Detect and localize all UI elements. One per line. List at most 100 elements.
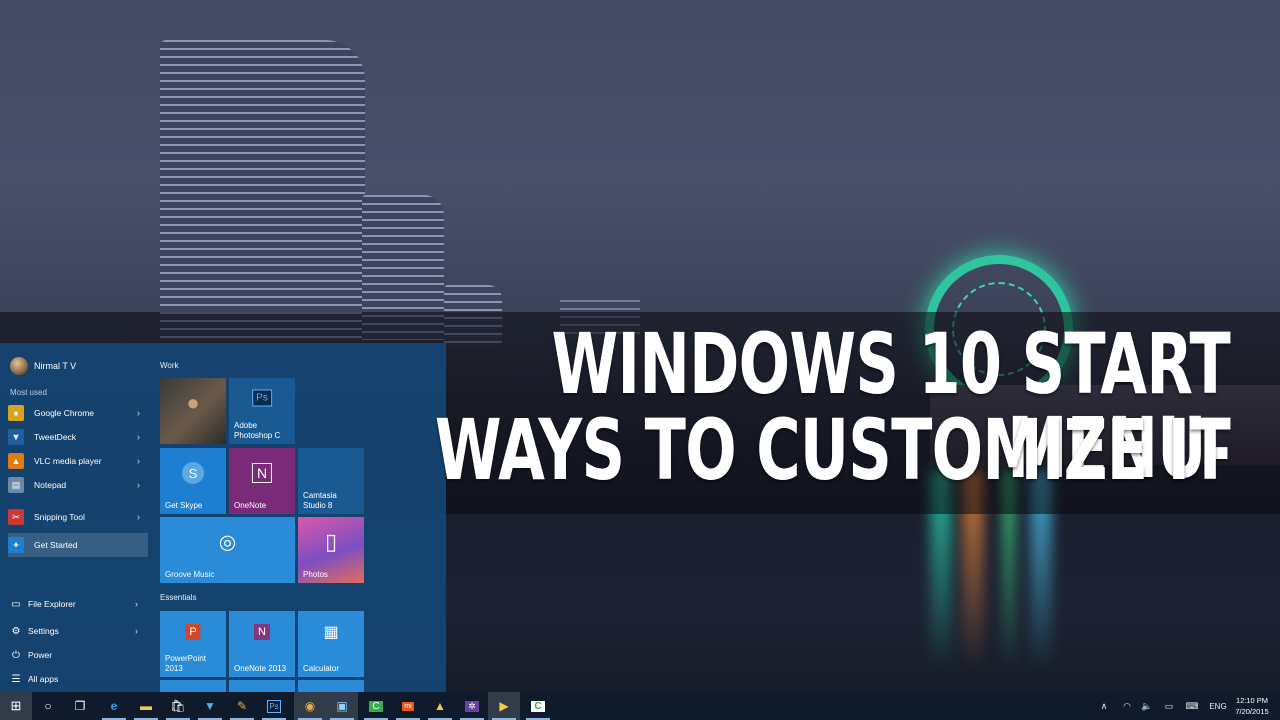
clock-date: 7/20/2015 bbox=[1235, 707, 1269, 716]
start-button[interactable]: ⊞ bbox=[0, 692, 32, 720]
tile-label: Groove Music bbox=[165, 570, 215, 579]
app-tweetdeck[interactable]: ▼ TweetDeck › bbox=[8, 425, 148, 449]
tile-onenote[interactable]: N OneNote bbox=[229, 448, 295, 514]
chevron-right-icon[interactable]: › bbox=[135, 626, 138, 636]
phone-photo-icon: ▯ bbox=[324, 529, 338, 555]
app-google-chrome[interactable]: ● Google Chrome › bbox=[8, 401, 148, 425]
app-get-started[interactable]: ✦ Get Started bbox=[8, 533, 148, 557]
app-label: Notepad bbox=[34, 480, 67, 490]
chevron-right-icon[interactable]: › bbox=[137, 512, 140, 522]
app-vlc[interactable]: ▲ VLC media player › bbox=[8, 449, 148, 473]
most-used-label: Most used bbox=[10, 388, 47, 397]
tile-get-skype[interactable]: S Get Skype bbox=[160, 448, 226, 514]
taskbar-video[interactable]: ▶ bbox=[488, 692, 520, 720]
onenote-icon: N bbox=[254, 624, 270, 641]
app-label: Google Chrome bbox=[34, 408, 95, 418]
taskbar-photos[interactable]: ▲ bbox=[424, 692, 456, 720]
chevron-right-icon[interactable]: › bbox=[137, 456, 140, 466]
tile-label: Calculator bbox=[303, 664, 340, 673]
tile-label: Camtasia Studio 8 bbox=[303, 491, 337, 510]
clock[interactable]: 12:10 PM 7/20/2015 bbox=[1230, 695, 1274, 717]
avatar bbox=[10, 357, 28, 375]
photoshop-icon: Ps bbox=[252, 389, 272, 407]
taskbar-store[interactable]: 🛍 bbox=[162, 692, 194, 720]
chevron-right-icon[interactable]: › bbox=[137, 480, 140, 490]
taskbar-chrome[interactable]: ◉ bbox=[294, 692, 326, 720]
keyboard-icon: ⌨ bbox=[1185, 700, 1199, 711]
tweetdeck-icon: ▼ bbox=[8, 429, 24, 445]
sys-label: Power bbox=[28, 650, 53, 660]
clock-time: 12:10 PM bbox=[1235, 696, 1269, 705]
groove-music-icon: ◎ bbox=[218, 531, 237, 554]
snipping-tool-icon: ✂ bbox=[8, 509, 24, 525]
taskbar-camtasia-2[interactable]: C bbox=[522, 692, 554, 720]
taskbar-tweetdeck[interactable]: ▼ bbox=[194, 692, 226, 720]
taskbar-app-purple[interactable]: ✲ bbox=[456, 692, 488, 720]
group-label-work: Work bbox=[160, 361, 179, 370]
network-tray[interactable]: ◠ bbox=[1118, 692, 1136, 720]
tower-building bbox=[160, 40, 365, 340]
person-photo-icon: ● bbox=[186, 390, 200, 416]
tile-groove-music[interactable]: ◎ Groove Music bbox=[160, 517, 295, 583]
user-name: Nirmal T V bbox=[34, 361, 77, 371]
camtasia-icon: C bbox=[531, 700, 545, 712]
app-label: TweetDeck bbox=[34, 432, 77, 442]
power-icon: ⏻ bbox=[12, 649, 20, 661]
video-title-line-2: WAYS TO CUSTOMIZE IT bbox=[434, 401, 1231, 499]
show-hidden-icons[interactable]: ∧ bbox=[1096, 692, 1112, 720]
tile-photos[interactable]: ▯ Photos bbox=[298, 517, 364, 583]
tile-label: OneNote 2013 bbox=[234, 664, 287, 673]
app-notepad[interactable]: ▤ Notepad › bbox=[8, 473, 148, 497]
chevron-right-icon[interactable]: › bbox=[137, 432, 140, 442]
taskbar-camtasia[interactable]: C bbox=[360, 692, 392, 720]
chevron-right-icon[interactable]: › bbox=[137, 408, 140, 418]
cortana-button[interactable]: ○ bbox=[32, 692, 64, 720]
settings-item[interactable]: ⚙ Settings › bbox=[10, 621, 146, 641]
group-label-essentials: Essentials bbox=[160, 593, 197, 602]
keyboard-tray[interactable]: ⌨ bbox=[1182, 692, 1202, 720]
sys-label: Settings bbox=[28, 626, 59, 636]
photoshop-icon: Ps bbox=[267, 699, 281, 713]
taskbar-mi[interactable]: mi bbox=[392, 692, 424, 720]
tile-onenote-2013[interactable]: N OneNote 2013 bbox=[229, 611, 295, 677]
notepad-icon: ▤ bbox=[8, 477, 24, 493]
tile-powerpoint[interactable]: P PowerPoint 2013 bbox=[160, 611, 226, 677]
onenote-icon: N bbox=[251, 463, 273, 484]
app-snipping-tool[interactable]: ✂ Snipping Tool › bbox=[8, 505, 148, 529]
language-indicator[interactable]: ENG bbox=[1206, 692, 1230, 720]
user-account[interactable]: Nirmal T V bbox=[10, 357, 76, 375]
taskbar-media[interactable]: ▣ bbox=[326, 692, 358, 720]
taskbar-edge[interactable]: e bbox=[98, 692, 130, 720]
tile-photo[interactable]: ● bbox=[160, 378, 226, 444]
tile-adobe-photoshop[interactable]: Ps Adobe Photoshop C bbox=[229, 378, 295, 444]
paint-brush-icon: ✎ bbox=[236, 699, 248, 713]
speaker-icon: 🔈 bbox=[1141, 700, 1153, 711]
gear-icon: ⚙ bbox=[11, 625, 21, 637]
taskbar-paint[interactable]: ✎ bbox=[226, 692, 258, 720]
chrome-icon: ● bbox=[8, 405, 24, 421]
tile-label: OneNote bbox=[234, 501, 267, 510]
chrome-icon: ◉ bbox=[304, 699, 316, 713]
cortana-circle-icon: ○ bbox=[44, 699, 52, 713]
volume-tray[interactable]: 🔈 bbox=[1138, 692, 1156, 720]
task-view-button[interactable]: ❐ bbox=[64, 692, 96, 720]
lightbulb-icon: ✦ bbox=[8, 537, 24, 553]
chevron-right-icon[interactable]: › bbox=[135, 599, 138, 609]
edge-icon: e bbox=[110, 699, 118, 713]
file-explorer-item[interactable]: ▭ File Explorer › bbox=[10, 594, 146, 614]
power-item[interactable]: ⏻ Power bbox=[10, 645, 146, 665]
tile-calculator[interactable]: ▦ Calculator bbox=[298, 611, 364, 677]
action-center-tray[interactable]: ▭ bbox=[1160, 692, 1178, 720]
sys-label: File Explorer bbox=[28, 599, 76, 609]
wifi-icon: ◠ bbox=[1123, 700, 1131, 711]
all-apps-item[interactable]: ☰ All apps bbox=[10, 669, 146, 689]
taskbar-photoshop[interactable]: Ps bbox=[258, 692, 290, 720]
calculator-icon: ▦ bbox=[323, 624, 339, 642]
app-label: VLC media player bbox=[34, 456, 102, 466]
taskbar-file-explorer[interactable]: ▬ bbox=[130, 692, 162, 720]
vlc-icon: ▲ bbox=[8, 453, 24, 469]
message-icon: ▭ bbox=[1164, 700, 1174, 711]
folder-icon: ▬ bbox=[140, 699, 152, 713]
video-icon: ▶ bbox=[499, 699, 509, 713]
photos-icon: ▲ bbox=[434, 699, 446, 713]
